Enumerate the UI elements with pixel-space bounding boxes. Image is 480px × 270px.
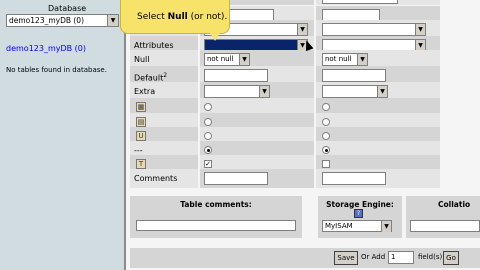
null-select-2-value: not null xyxy=(325,55,352,63)
row-comments: Comments xyxy=(130,169,440,189)
no-tables-message: No tables found in database. xyxy=(6,66,107,74)
unique-radio-2[interactable] xyxy=(322,132,330,140)
comments-field-2[interactable] xyxy=(322,172,386,185)
collation-header: Collatio xyxy=(438,200,471,209)
chevron-down-icon[interactable]: ▼ xyxy=(357,54,367,65)
database-select-value: demo123_myDB (0) xyxy=(9,16,85,25)
collation-select-2[interactable]: ▼ xyxy=(322,23,426,36)
left-panel: Database demo123_myDB (0) ▼ demo123_myDB… xyxy=(0,0,124,270)
index-radio-2[interactable] xyxy=(322,118,330,126)
table-comments-section: Table comments: xyxy=(130,196,302,238)
actions-bar: Save Or Add 1 field(s) Go xyxy=(130,248,480,268)
fulltext-checkbox-2[interactable] xyxy=(322,160,330,168)
storage-engine-header: Storage Engine: xyxy=(326,200,394,209)
collation-select[interactable] xyxy=(410,220,480,232)
collation-section: Collatio xyxy=(406,196,480,238)
chevron-down-icon[interactable]: ▼ xyxy=(377,86,387,97)
fulltext-icon: T xyxy=(136,159,146,169)
help-icon[interactable]: ? xyxy=(354,209,363,218)
tooltip-tail xyxy=(210,33,220,41)
storage-engine-select[interactable]: MyISAM ▼ xyxy=(322,220,392,232)
chevron-down-icon[interactable]: ▼ xyxy=(239,54,249,65)
chevron-down-icon[interactable]: ▼ xyxy=(297,24,307,35)
index-radio-1[interactable] xyxy=(204,118,212,126)
fulltext-checkbox-1[interactable]: ✓ xyxy=(204,160,212,168)
none-radio-2[interactable] xyxy=(322,146,330,154)
primary-key-icon: ▦ xyxy=(136,102,146,112)
default-footnote: 2 xyxy=(163,72,168,79)
null-select-2[interactable]: not null ▼ xyxy=(322,53,368,66)
storage-engine-section: Storage Engine: ? MyISAM ▼ xyxy=(318,196,402,238)
table-comments-header: Table comments: xyxy=(180,200,252,209)
chevron-down-icon[interactable]: ▼ xyxy=(259,86,269,97)
default-field-2[interactable] xyxy=(322,69,386,82)
unique-icon: U xyxy=(136,131,146,141)
index-icon: ▤ xyxy=(136,117,146,127)
database-select[interactable]: demo123_myDB (0) ▼ xyxy=(6,14,119,27)
table-comments-input[interactable] xyxy=(136,220,296,231)
primary-radio-1[interactable] xyxy=(204,103,212,111)
field-count-input[interactable]: 1 xyxy=(388,251,414,264)
default-field-1[interactable] xyxy=(204,69,268,82)
or-add-label: Or Add xyxy=(361,253,386,261)
null-select-1[interactable]: not null ▼ xyxy=(204,53,250,66)
primary-radio-2[interactable] xyxy=(322,103,330,111)
comments-label: Comments xyxy=(130,169,198,188)
none-radio-1[interactable] xyxy=(204,146,212,154)
database-link[interactable]: demo123_myDB (0) xyxy=(6,44,86,53)
type-field-2[interactable] xyxy=(322,0,398,4)
save-button[interactable]: Save xyxy=(334,251,358,265)
tooltip: Select Null (or not). xyxy=(120,0,230,34)
tooltip-bold: Null xyxy=(167,12,188,22)
storage-engine-value: MyISAM xyxy=(325,222,353,230)
null-select-1-value: not null xyxy=(207,55,234,63)
go-button[interactable]: Go xyxy=(443,251,459,265)
comments-field-1[interactable] xyxy=(204,172,268,185)
tooltip-suffix: (or not). xyxy=(187,12,228,22)
chevron-down-icon[interactable]: ▼ xyxy=(107,15,118,26)
extra-select-1[interactable]: ▼ xyxy=(204,85,270,98)
chevron-down-icon[interactable]: ▼ xyxy=(415,24,425,35)
database-label: Database xyxy=(48,4,87,13)
extra-select-2[interactable]: ▼ xyxy=(322,85,388,98)
fields-label: field(s) xyxy=(418,253,443,261)
tooltip-prefix: Select xyxy=(137,12,168,22)
unique-radio-1[interactable] xyxy=(204,132,212,140)
chevron-down-icon[interactable]: ▼ xyxy=(381,221,391,232)
